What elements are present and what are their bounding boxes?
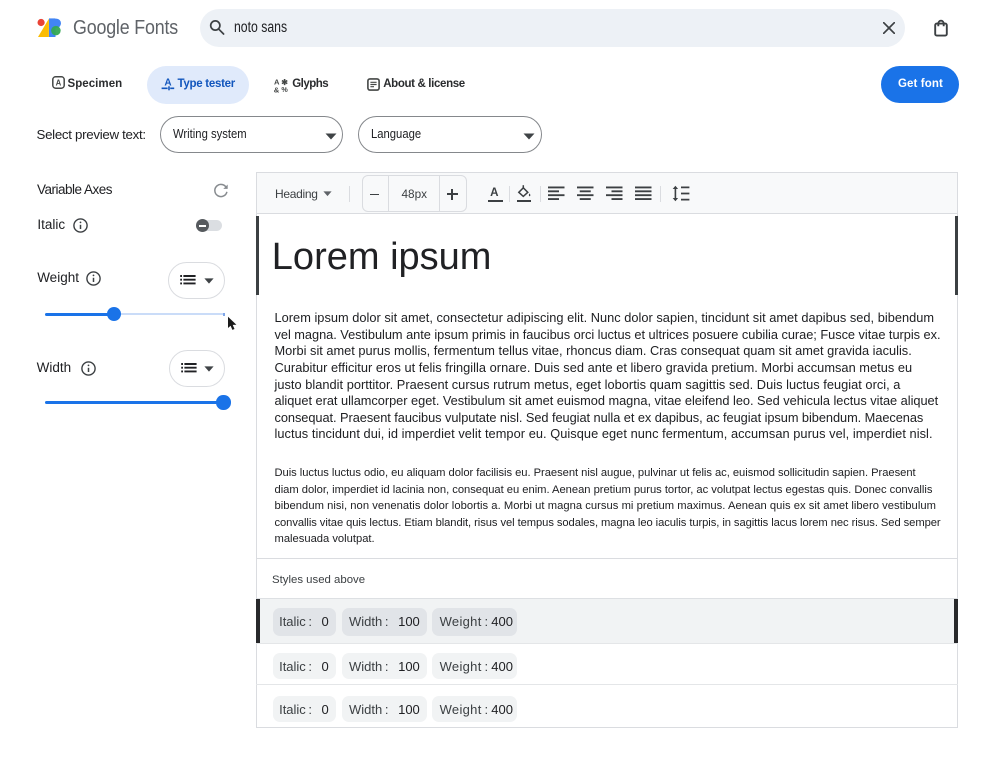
svg-text:A: A [56,79,62,88]
svg-text:&: & [274,86,280,94]
svg-text:%: % [281,85,288,93]
svg-text:A: A [164,78,171,89]
